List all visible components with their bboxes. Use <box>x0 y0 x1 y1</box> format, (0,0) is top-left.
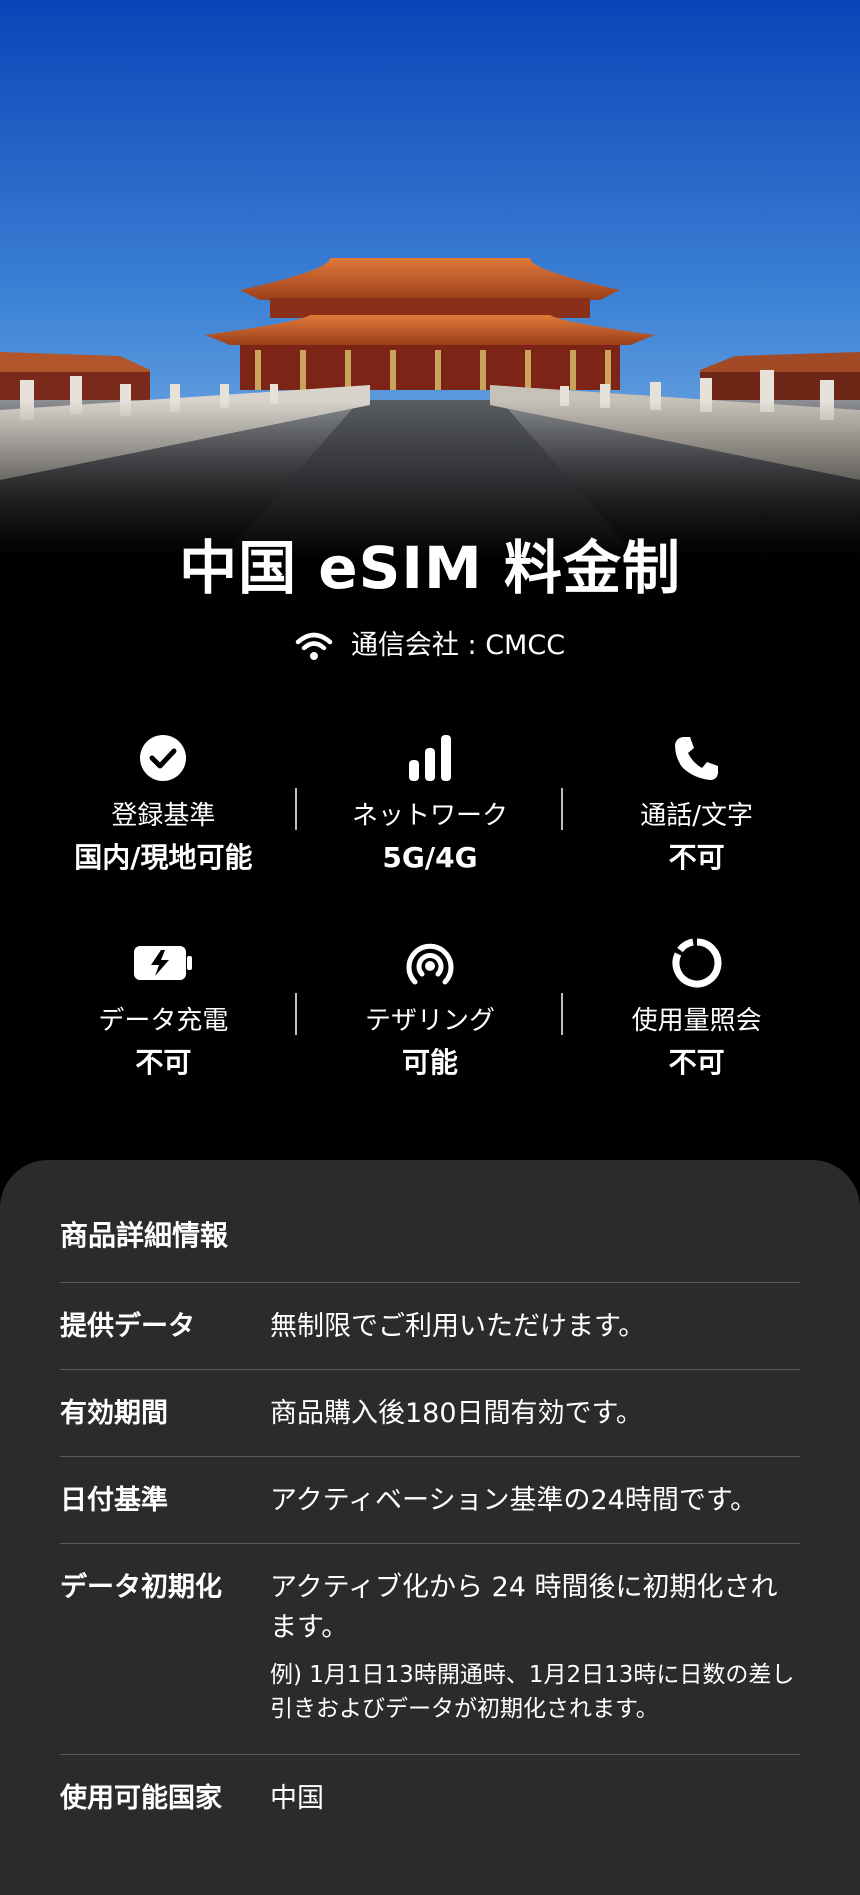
details-title: 商品詳細情報 <box>60 1219 229 1252</box>
feature-value: 不可 <box>668 841 725 874</box>
hotspot-icon <box>297 933 564 993</box>
feature-call-sms: 通話/文字 不可 <box>563 728 830 933</box>
check-circle-icon <box>30 728 297 788</box>
signal-bars-icon <box>297 728 564 788</box>
carrier-line: 通信会社 : CMCC <box>0 626 860 666</box>
feature-row: データ充電 不可 テザリング 可能 使用量照会 不可 <box>30 933 830 1138</box>
hero-image-forbidden-city <box>0 0 860 560</box>
row-value: 商品購入後180日間有効です。 <box>270 1398 643 1429</box>
row-label: 有効期間 <box>60 1398 168 1429</box>
feature-label: 登録基準 <box>111 801 216 831</box>
feature-value: 不可 <box>668 1046 725 1079</box>
feature-grid: 登録基準 国内/現地可能 ネットワーク 5G/4G 通話/文字 不可 データ充電… <box>30 728 830 1138</box>
product-details-panel: 商品詳細情報 提供データ 無制限でご利用いただけます。 有効期間 商品購入後18… <box>0 1160 860 1895</box>
feature-label: ネットワーク <box>352 801 509 831</box>
feature-tethering: テザリング 可能 <box>297 933 564 1138</box>
wifi-icon <box>295 630 333 662</box>
details-table: 提供データ 無制限でご利用いただけます。 有効期間 商品購入後180日間有効です… <box>60 1282 800 1841</box>
row-label: 使用可能国家 <box>60 1783 222 1814</box>
row-value: 中国 <box>270 1783 324 1814</box>
details-row-countries: 使用可能国家 中国 <box>60 1754 800 1841</box>
details-row-date-basis: 日付基準 アクティベーション基準の24時間です。 <box>60 1456 800 1543</box>
feature-value: 可能 <box>402 1046 459 1079</box>
details-row-validity: 有効期間 商品購入後180日間有効です。 <box>60 1369 800 1456</box>
row-label: 日付基準 <box>60 1485 168 1516</box>
feature-value: 国内/現地可能 <box>74 841 253 874</box>
feature-label: データ充電 <box>98 1006 229 1036</box>
row-label: 提供データ <box>60 1311 195 1342</box>
phone-icon <box>563 728 830 788</box>
feature-value: 5G/4G <box>382 841 478 874</box>
carrier-label: 通信会社 : CMCC <box>350 630 566 661</box>
usage-ring-icon <box>563 933 830 993</box>
row-value: 無制限でご利用いただけます。 <box>270 1311 646 1342</box>
feature-network: ネットワーク 5G/4G <box>297 728 564 933</box>
feature-label: 通話/文字 <box>640 801 754 831</box>
details-row-data: 提供データ 無制限でご利用いただけます。 <box>60 1282 800 1369</box>
feature-registration: 登録基準 国内/現地可能 <box>30 728 297 933</box>
esim-plan-page: 中国 eSIM 料金制 通信会社 : CMCC 登録基準 国内/現地可能 ネット… <box>0 0 860 1895</box>
row-value: アクティブ化から 24 時間後に初期化されます。 <box>270 1572 778 1643</box>
feature-usage-check: 使用量照会 不可 <box>563 933 830 1138</box>
feature-row: 登録基準 国内/現地可能 ネットワーク 5G/4G 通話/文字 不可 <box>30 728 830 933</box>
battery-charge-icon <box>30 933 297 993</box>
feature-data-charge: データ充電 不可 <box>30 933 297 1138</box>
feature-value: 不可 <box>135 1046 192 1079</box>
feature-label: 使用量照会 <box>631 1006 762 1036</box>
feature-label: テザリング <box>365 1006 496 1036</box>
row-value-group: アクティブ化から 24 時間後に初期化されます。 例) 1月1日13時開通時、1… <box>270 1568 800 1726</box>
page-title: 中国 eSIM 料金制 <box>179 534 681 602</box>
row-note: 例) 1月1日13時開通時、1月2日13時に日数の差し引きおよびデータが初期化さ… <box>270 1662 795 1722</box>
row-label: データ初期化 <box>60 1572 222 1603</box>
row-value: アクティベーション基準の24時間です。 <box>270 1485 758 1516</box>
details-row-data-reset: データ初期化 アクティブ化から 24 時間後に初期化されます。 例) 1月1日1… <box>60 1543 800 1754</box>
